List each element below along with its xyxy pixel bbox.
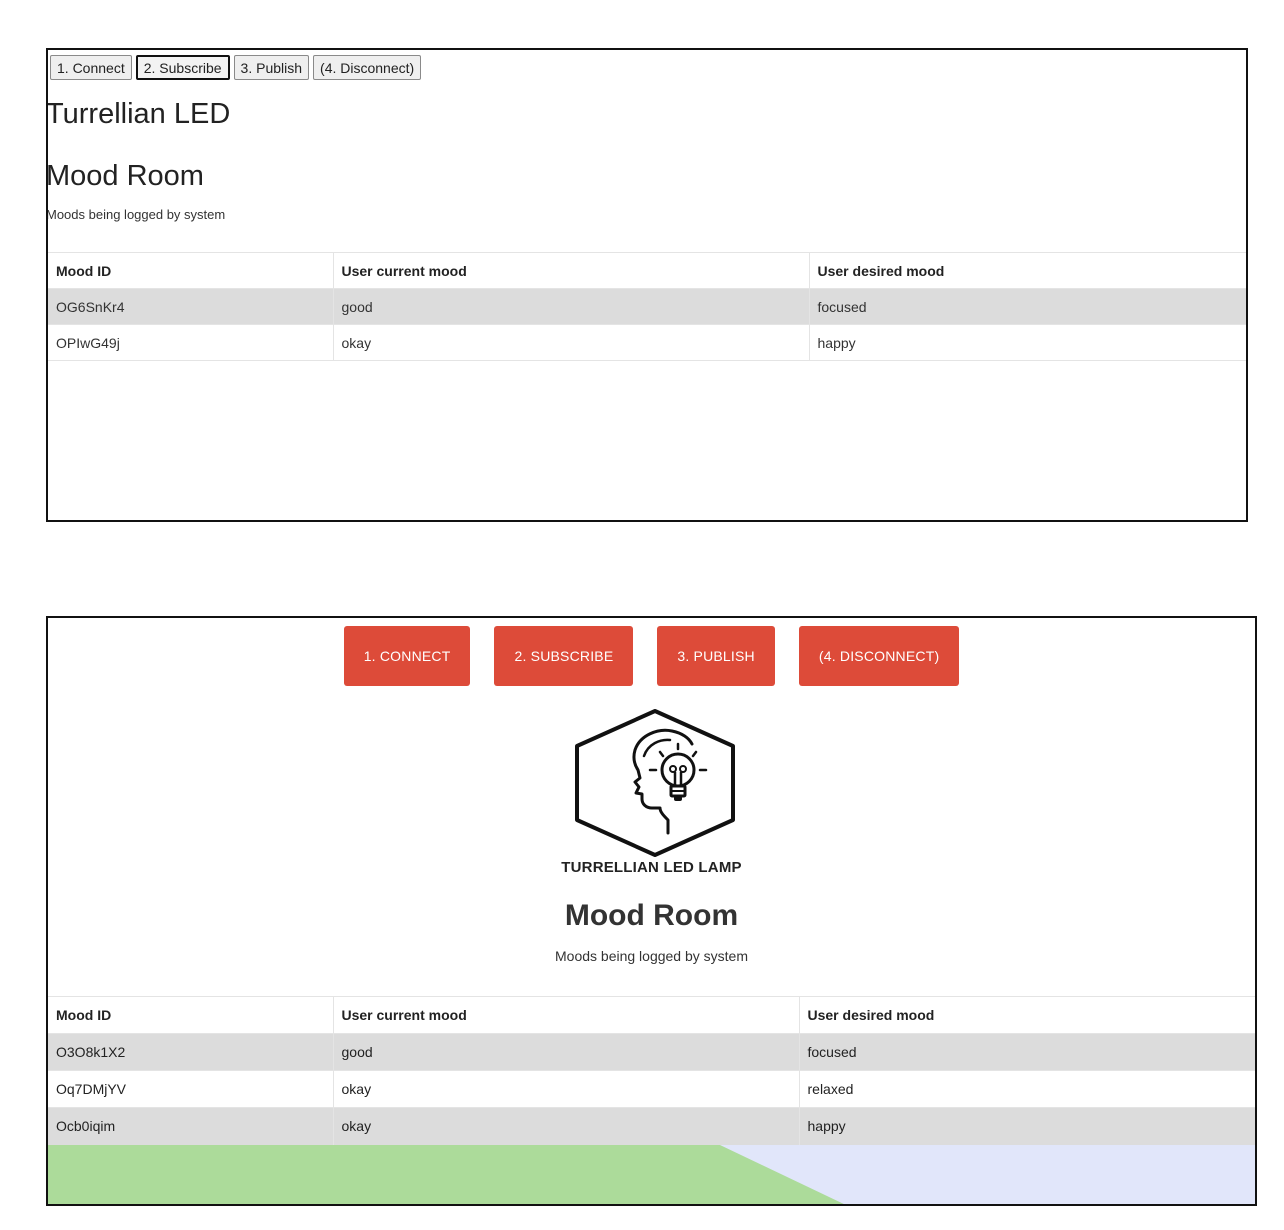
disconnect-button[interactable]: (4. Disconnect) (313, 55, 422, 80)
column-header-desired-mood: User desired mood (798, 996, 1255, 1034)
publish-button[interactable]: 3. PUBLISH (657, 626, 775, 686)
column-header-current-mood: User current mood (332, 996, 799, 1034)
table-header-row: Mood ID User current mood User desired m… (48, 252, 1246, 289)
toolbar: 1. Connect 2. Subscribe 3. Publish (4. D… (50, 55, 422, 80)
current-mood-cell: good (332, 1033, 799, 1071)
app-title: Turrellian LED (46, 98, 231, 130)
subscribe-button[interactable]: 2. SUBSCRIBE (494, 626, 634, 686)
column-header-desired-mood: User desired mood (808, 252, 1246, 289)
head-lightbulb-hexagon-icon (575, 709, 735, 857)
mood-id-cell: OPIwG49j (48, 324, 333, 361)
logo-text: TURRELLIAN LED LAMP (561, 859, 742, 876)
mood-id-cell: Oq7DMjYV (48, 1070, 333, 1108)
unstyled-app-window: 1. Connect 2. Subscribe 3. Publish (4. D… (46, 48, 1248, 522)
current-mood-cell: good (332, 288, 809, 325)
connect-button[interactable]: 1. CONNECT (343, 626, 471, 686)
page-subtitle: Moods being logged by system (555, 948, 748, 964)
column-header-mood-id: Mood ID (48, 996, 333, 1034)
page-title: Mood Room (46, 160, 204, 192)
page-title: Mood Room (564, 899, 739, 932)
publish-button[interactable]: 3. Publish (233, 55, 310, 80)
background-green-area (48, 1145, 844, 1204)
subscribe-button[interactable]: 2. Subscribe (135, 55, 230, 80)
column-header-mood-id: Mood ID (48, 252, 333, 289)
current-mood-cell: okay (332, 1070, 799, 1108)
desired-mood-cell: focused (808, 288, 1246, 325)
mood-table: Mood ID User current mood User desired m… (48, 252, 1246, 361)
table-row: Ocb0iqim okay happy (48, 1107, 1255, 1145)
table-row: OG6SnKr4 good focused (48, 288, 1246, 325)
mood-id-cell: OG6SnKr4 (48, 288, 333, 325)
page-subtitle: Moods being logged by system (46, 207, 226, 222)
mood-id-cell: Ocb0iqim (48, 1107, 333, 1145)
table-row: O3O8k1X2 good focused (48, 1033, 1255, 1071)
disconnect-button[interactable]: (4. DISCONNECT) (798, 626, 960, 686)
mood-table: Mood ID User current mood User desired m… (48, 996, 1255, 1145)
current-mood-cell: okay (332, 1107, 799, 1145)
table-row: Oq7DMjYV okay relaxed (48, 1070, 1255, 1108)
table-header-row: Mood ID User current mood User desired m… (48, 996, 1255, 1034)
toolbar: 1. CONNECT 2. SUBSCRIBE 3. PUBLISH (4. D… (48, 626, 1255, 686)
mood-id-cell: O3O8k1X2 (48, 1033, 333, 1071)
styled-app-window: 1. CONNECT 2. SUBSCRIBE 3. PUBLISH (4. D… (46, 616, 1257, 1206)
column-header-current-mood: User current mood (332, 252, 809, 289)
background-shapes (48, 1145, 1255, 1204)
table-row: OPIwG49j okay happy (48, 324, 1246, 361)
current-mood-cell: okay (332, 324, 809, 361)
desired-mood-cell: happy (798, 1107, 1255, 1145)
desired-mood-cell: happy (808, 324, 1246, 361)
desired-mood-cell: relaxed (798, 1070, 1255, 1108)
desired-mood-cell: focused (798, 1033, 1255, 1071)
connect-button[interactable]: 1. Connect (50, 55, 132, 80)
